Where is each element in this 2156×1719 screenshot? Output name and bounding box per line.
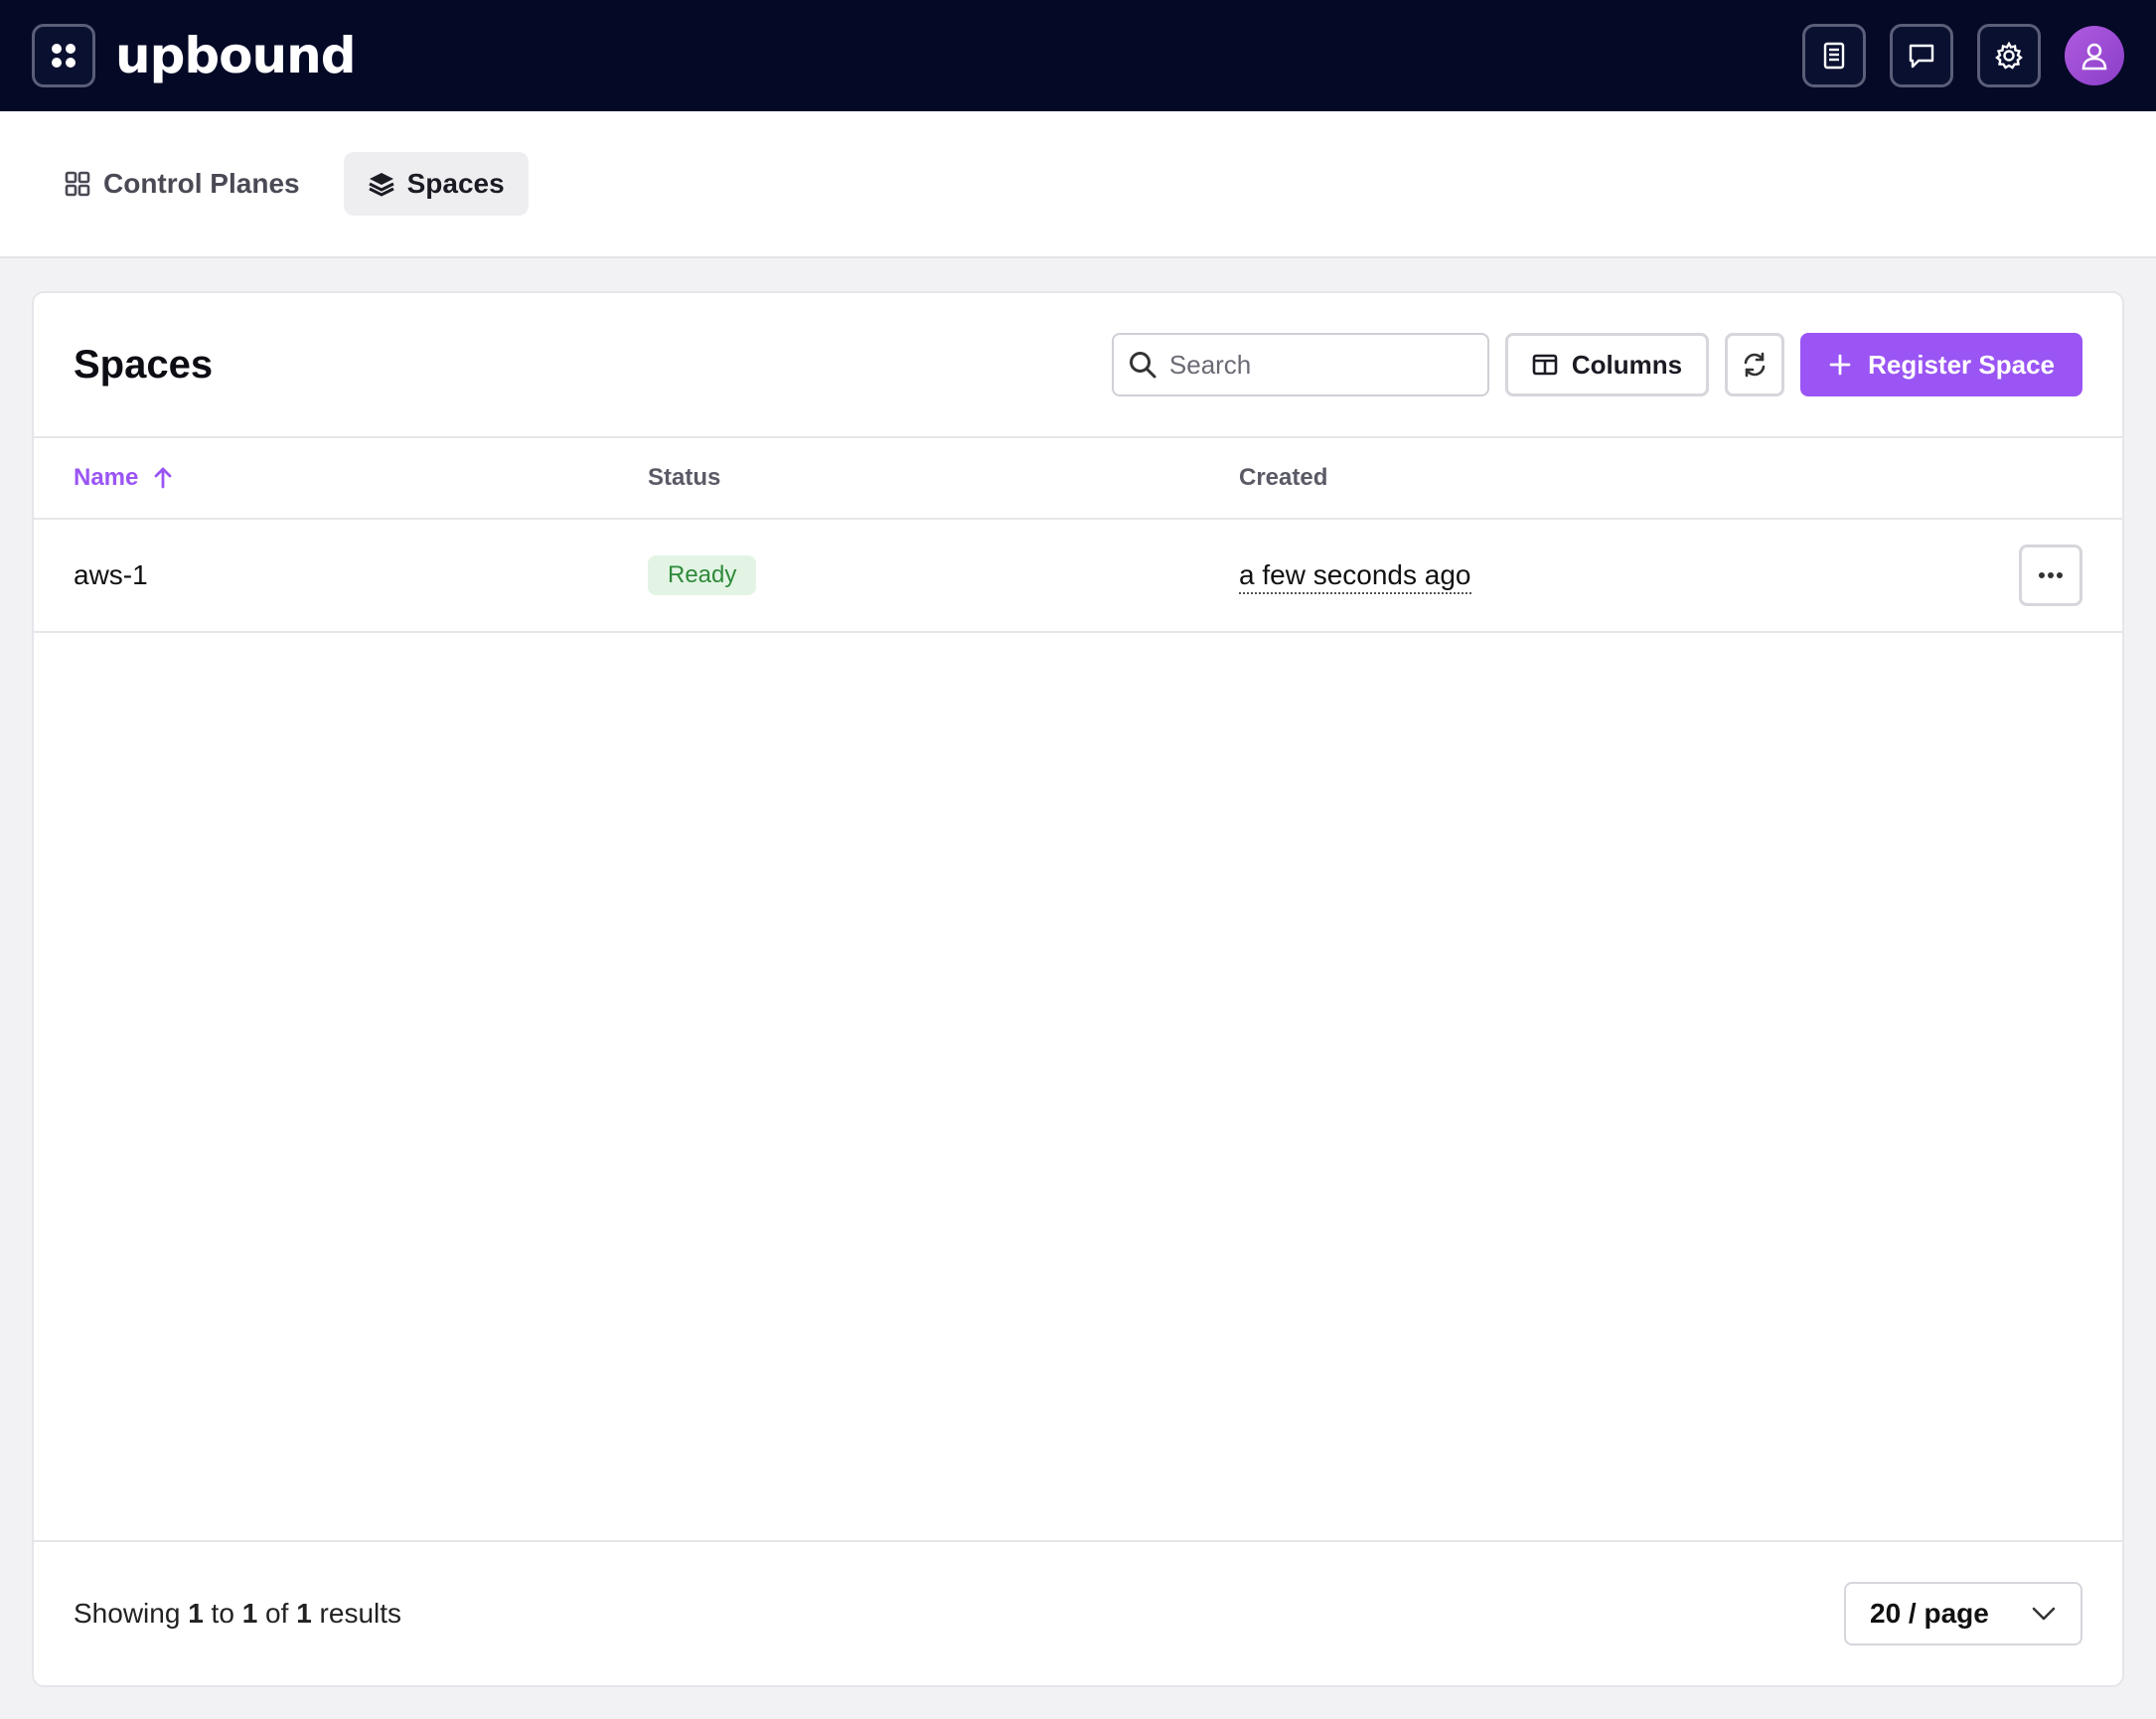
feedback-button[interactable] xyxy=(1890,24,1953,87)
register-space-label: Register Space xyxy=(1868,349,2055,380)
status-badge: Ready xyxy=(648,555,757,595)
chat-icon xyxy=(1909,44,1934,69)
user-avatar-icon xyxy=(2081,43,2107,71)
upbound-logo[interactable]: upbound xyxy=(115,27,357,84)
column-header-created[interactable]: Created xyxy=(1239,464,2122,492)
range-end: 1 xyxy=(241,1598,258,1629)
settings-button[interactable] xyxy=(1977,24,2041,87)
total-count: 1 xyxy=(296,1598,312,1629)
columns-icon xyxy=(1532,354,1558,376)
more-horizontal-icon xyxy=(2039,572,2063,578)
results-summary: Showing 1 to 1 of 1 results xyxy=(74,1598,401,1630)
topbar-right xyxy=(1802,24,2124,87)
tab-control-planes-label: Control Planes xyxy=(103,168,300,199)
row-status-cell: Ready xyxy=(648,555,1239,595)
column-name-label: Name xyxy=(74,464,139,491)
apps-grid-icon xyxy=(52,44,76,68)
page-size-value: 20 / page xyxy=(1870,1598,1989,1629)
register-space-button[interactable]: Register Space xyxy=(1800,333,2082,396)
column-header-status[interactable]: Status xyxy=(648,464,1239,492)
chevron-down-icon xyxy=(2032,1607,2056,1621)
row-actions-button[interactable] xyxy=(2019,545,2082,606)
settings-gear-icon xyxy=(1995,41,2023,70)
table-header: Name Status Created xyxy=(34,438,2122,520)
table-footer: Showing 1 to 1 of 1 results 20 / page xyxy=(34,1540,2122,1685)
tab-spaces[interactable]: Spaces xyxy=(343,152,529,216)
tab-spaces-label: Spaces xyxy=(406,168,505,199)
tab-control-planes[interactable]: Control Planes xyxy=(40,152,324,216)
refresh-icon xyxy=(1744,352,1766,378)
search-box[interactable] xyxy=(1111,333,1489,396)
top-bar: upbound xyxy=(0,0,2156,111)
grid-icon xyxy=(65,171,90,197)
row-name[interactable]: aws-1 xyxy=(74,559,148,591)
results-word: results xyxy=(319,1598,402,1629)
layers-icon xyxy=(368,173,394,197)
of-word: of xyxy=(265,1598,289,1629)
page-title: Spaces xyxy=(74,342,214,387)
table-row[interactable]: aws-1 Ready a few seconds ago xyxy=(34,520,2122,633)
to-word: to xyxy=(211,1598,234,1629)
page-size-select[interactable]: 20 / page xyxy=(1844,1582,2082,1645)
created-time[interactable]: a few seconds ago xyxy=(1239,559,1471,594)
docs-icon xyxy=(1823,42,1845,70)
topbar-left: upbound xyxy=(32,24,357,87)
row-created-cell: a few seconds ago xyxy=(1239,559,2019,594)
column-status-label: Status xyxy=(648,464,721,491)
row-name-cell: aws-1 xyxy=(74,559,648,591)
toolbar-actions: Columns Register Space xyxy=(1111,333,2082,396)
showing-word: Showing xyxy=(74,1598,181,1629)
column-created-label: Created xyxy=(1239,464,1328,491)
apps-menu-button[interactable] xyxy=(32,24,95,87)
search-input[interactable] xyxy=(1168,349,1467,381)
spaces-card: Spaces Columns xyxy=(32,291,2124,1687)
section-nav: Control Planes Spaces xyxy=(0,111,2156,258)
user-avatar[interactable] xyxy=(2065,26,2124,85)
columns-button[interactable]: Columns xyxy=(1504,333,1710,396)
columns-button-label: Columns xyxy=(1571,349,1683,380)
range-start: 1 xyxy=(188,1598,204,1629)
sort-ascending-icon xyxy=(154,467,172,489)
search-icon xyxy=(1129,352,1156,379)
refresh-button[interactable] xyxy=(1725,333,1785,396)
card-header: Spaces Columns xyxy=(34,293,2122,438)
plus-icon xyxy=(1829,354,1851,376)
column-header-name[interactable]: Name xyxy=(74,464,648,492)
docs-button[interactable] xyxy=(1802,24,1866,87)
